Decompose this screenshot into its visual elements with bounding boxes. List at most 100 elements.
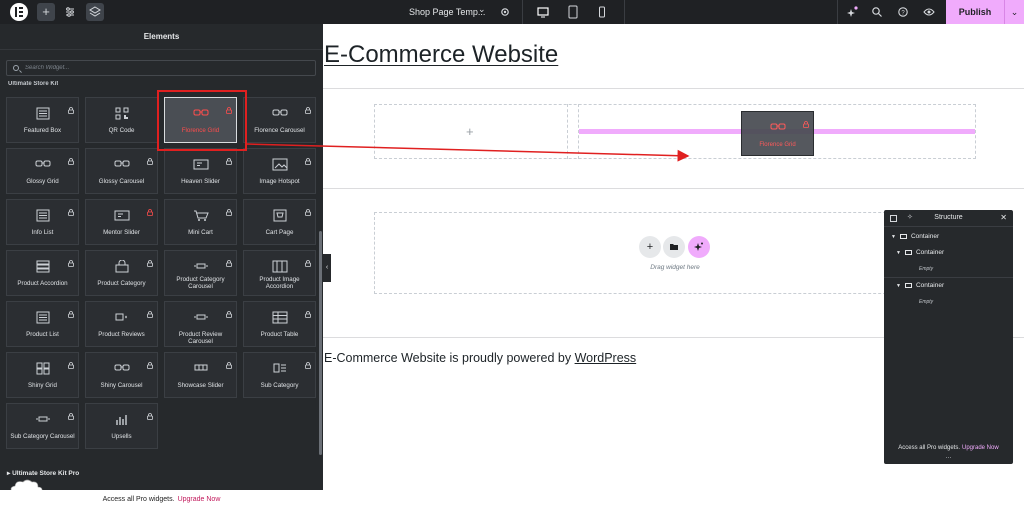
add-widget-plus-icon[interactable]: +: [466, 124, 474, 139]
pro-lock-icon: [305, 254, 311, 267]
widget-tile[interactable]: Mentor Slider: [85, 199, 158, 245]
widget-tile[interactable]: Upsells: [85, 403, 158, 449]
widget-label: Product Review Carousel: [178, 331, 223, 345]
search-icon[interactable]: [868, 3, 886, 21]
mobile-view-icon[interactable]: [593, 3, 611, 21]
eyeglasses-icon: [114, 158, 130, 171]
widget-tile[interactable]: Product Table: [243, 301, 316, 347]
widget-tile[interactable]: Cart Page: [243, 199, 316, 245]
pro-lock-icon: [147, 407, 153, 420]
help-icon[interactable]: ?: [894, 3, 912, 21]
pro-lock-icon: [226, 152, 232, 165]
notifications-sparkle-icon[interactable]: [844, 3, 862, 21]
layers-icon[interactable]: [86, 3, 104, 21]
pro-lock-icon: [68, 254, 74, 267]
highlight-box-annotation: [157, 90, 247, 151]
settings-sliders-icon[interactable]: [61, 3, 79, 21]
search-widget-input[interactable]: [25, 62, 305, 74]
structure-title: Structure: [934, 214, 963, 221]
sub-category-icon: [272, 362, 288, 375]
pro-upgrade-banner: Access all Pro widgets. Upgrade Now: [0, 490, 323, 509]
widget-tile[interactable]: Florence Carousel: [243, 97, 316, 143]
elementor-logo-icon[interactable]: [10, 3, 28, 21]
pro-lock-icon: [68, 356, 74, 369]
page-name-dropdown[interactable]: Shop Page Temp...: [400, 0, 485, 24]
panel-scrollbar[interactable]: [319, 231, 322, 455]
pro-lock-icon: [226, 305, 232, 318]
preview-eye-icon[interactable]: [920, 3, 938, 21]
widget-tile[interactable]: Heaven Slider: [164, 148, 237, 194]
chevron-down-icon[interactable]: ⌄: [478, 4, 486, 15]
pro-lock-icon: [305, 305, 311, 318]
pro-lock-icon: [147, 152, 153, 165]
structure-item-container[interactable]: ▼ Container: [896, 282, 944, 289]
publish-options-chevron-icon[interactable]: ⌄: [1004, 0, 1024, 24]
widget-tile[interactable]: Mini Cart: [164, 199, 237, 245]
widget-tile[interactable]: Shiny Grid: [6, 352, 79, 398]
site-title[interactable]: E-Commerce Website: [324, 41, 558, 69]
category-header-ultimate-store-kit[interactable]: Ultimate Store Kit: [8, 81, 58, 89]
widget-label: Product Accordion: [17, 280, 68, 287]
reviews-icon: [114, 311, 130, 324]
template-library-folder-icon[interactable]: [663, 236, 685, 258]
pro-lock-icon: [147, 305, 153, 318]
widget-tile[interactable]: Product Category Carousel: [164, 250, 237, 296]
pro-lock-icon: [147, 254, 153, 267]
widget-tile[interactable]: Product List: [6, 301, 79, 347]
section-divider: [323, 188, 1024, 189]
publish-button[interactable]: Publish: [946, 0, 1004, 24]
widget-label: Florence Carousel: [254, 127, 305, 134]
caret-down-icon[interactable]: ▼: [891, 234, 896, 240]
close-icon[interactable]: ✕: [1000, 213, 1007, 222]
image-accordion-icon: [272, 260, 288, 273]
widget-tile[interactable]: Showcase Slider: [164, 352, 237, 398]
caret-down-icon[interactable]: ▼: [896, 250, 901, 256]
widget-label: Image Hotspot: [259, 178, 300, 185]
pro-lock-icon: [147, 203, 153, 216]
widget-label: Product Category: [97, 280, 146, 287]
upgrade-now-link[interactable]: Upgrade Now: [962, 445, 999, 451]
widget-label: Upsells: [111, 433, 132, 440]
eyeglasses-icon: [770, 121, 786, 139]
tablet-view-icon[interactable]: [564, 3, 582, 21]
ai-sparkle-icon[interactable]: [688, 236, 710, 258]
wordpress-link[interactable]: WordPress: [575, 351, 637, 365]
widget-search[interactable]: [6, 60, 316, 76]
structure-item-container[interactable]: ▼ Container: [891, 233, 939, 240]
grid-icon: [35, 362, 51, 375]
eyeglasses-icon: [272, 107, 288, 120]
container-icon: [904, 282, 912, 288]
widget-tile[interactable]: Sub Category: [243, 352, 316, 398]
upgrade-now-link[interactable]: Upgrade Now: [178, 496, 221, 503]
cart-page-icon: [272, 209, 288, 222]
caret-down-icon[interactable]: ▼: [896, 283, 901, 289]
structure-item-container[interactable]: ▼ Container: [896, 249, 944, 256]
widget-tile[interactable]: Image Hotspot: [243, 148, 316, 194]
widget-tile[interactable]: Shiny Carousel: [85, 352, 158, 398]
widget-tile[interactable]: Product Accordion: [6, 250, 79, 296]
structure-panel: ✧ Structure ✕ ▼ Container ▼ Container Empt…: [884, 210, 1013, 464]
widget-tile[interactable]: Product Category: [85, 250, 158, 296]
gear-icon[interactable]: [496, 3, 514, 21]
widget-tile[interactable]: Featured Box: [6, 97, 79, 143]
widget-tile[interactable]: Glossy Carousel: [85, 148, 158, 194]
desktop-view-icon[interactable]: [534, 3, 552, 21]
eyeglasses-icon: [114, 362, 130, 375]
pro-lock-icon: [305, 356, 311, 369]
widget-tile[interactable]: Product Review Carousel: [164, 301, 237, 347]
widget-tile[interactable]: Sub Category Carousel: [6, 403, 79, 449]
widget-label: Product List: [26, 331, 59, 338]
add-element-icon[interactable]: +: [37, 3, 55, 21]
resize-handle[interactable]: ...: [884, 453, 1013, 460]
category-header-ultimate-store-kit-pro[interactable]: ▸ Ultimate Store Kit Pro: [7, 469, 79, 477]
widget-tile[interactable]: Product Image Accordion: [243, 250, 316, 296]
widget-tile[interactable]: Info List: [6, 199, 79, 245]
widget-tile[interactable]: Glossy Grid: [6, 148, 79, 194]
widget-tile[interactable]: QR Code: [85, 97, 158, 143]
collapse-panel-icon[interactable]: ‹: [323, 254, 331, 282]
widget-label: Sub Category: [260, 382, 299, 389]
site-footer: E-Commerce Website is proudly powered by…: [324, 351, 637, 365]
widget-tile[interactable]: Product Reviews: [85, 301, 158, 347]
add-section-plus-icon[interactable]: +: [639, 236, 661, 258]
dragged-widget-ghost: Florence Grid: [741, 111, 814, 156]
